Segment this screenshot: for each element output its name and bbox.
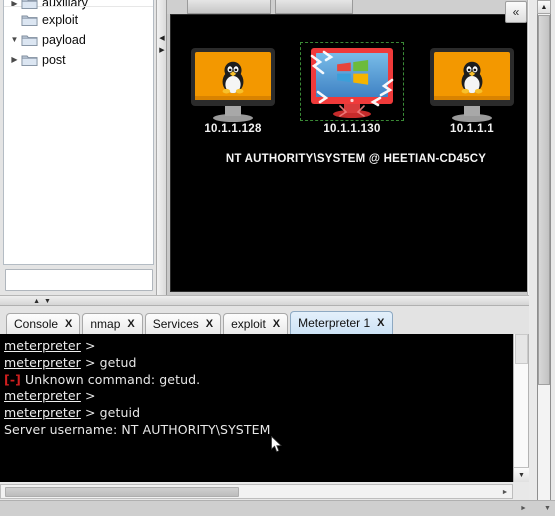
close-icon[interactable]: X <box>206 318 213 330</box>
console-text: > getud <box>80 354 137 370</box>
tree-item-label: post <box>42 53 66 67</box>
tabstrip: Console X nmap X Services X exploit X Me… <box>6 310 395 334</box>
close-icon[interactable]: X <box>377 317 384 329</box>
chevron-down-icon[interactable]: ▼ <box>8 34 21 47</box>
graph-tab-0[interactable] <box>187 0 271 14</box>
window-horizontal-scrollbar[interactable]: ► ▼ <box>0 500 555 516</box>
tab-label: Meterpreter 1 <box>298 316 371 330</box>
splitter-collapse-down-icon[interactable]: ▼ <box>44 298 51 305</box>
meterpreter-console-output[interactable]: meterpreter > meterpreter > getud [-] Un… <box>0 334 513 482</box>
console-text: Unknown command: getud. <box>20 371 201 387</box>
scrollbar-thumb[interactable] <box>538 15 550 385</box>
chevron-right-icon[interactable]: ▶ <box>8 54 21 67</box>
tree-item-post[interactable]: ▶ post <box>4 50 153 70</box>
host-graph-canvas[interactable]: 10.1.1.128 10.1.1.130 10.1.1.1 NT AUTHOR… <box>170 14 540 292</box>
splitter-collapse-right-icon[interactable]: ▶ <box>158 46 166 55</box>
console-text: > <box>80 388 100 404</box>
window-vertical-scrollbar[interactable]: ▲ <box>529 0 555 500</box>
splitter-collapse-up-icon[interactable]: ▲ <box>33 298 40 305</box>
graph-top-tabstrip <box>167 0 555 14</box>
console-line: meterpreter > <box>4 388 513 405</box>
graph-tab-1[interactable] <box>275 0 353 14</box>
host-ip-label: 10.1.1.128 <box>204 123 262 135</box>
folder-icon <box>21 0 38 10</box>
console-line: Server username: NT AUTHORITY\SYSTEM <box>4 422 513 439</box>
console-line: meterpreter > getud <box>4 355 513 372</box>
host-icon-wrapper <box>181 40 285 122</box>
close-icon[interactable]: X <box>127 318 134 330</box>
module-tree[interactable]: ▶ auxiliary ▶ <box>3 0 154 265</box>
console-line: meterpreter > getuid <box>4 405 513 422</box>
console-text: Server username: NT AUTHORITY\SYSTEM <box>4 421 271 437</box>
scroll-right-button[interactable]: ► <box>500 487 510 497</box>
console-prompt: meterpreter <box>4 405 81 421</box>
top-section: ▶ auxiliary ▶ <box>0 0 555 295</box>
host-ip-label: 10.1.1.130 <box>323 123 381 135</box>
vertical-splitter[interactable]: ◀ ▶ <box>157 0 167 295</box>
scroll-down-button[interactable]: ▼ <box>542 503 553 514</box>
chevron-right-icon[interactable]: ▶ <box>8 0 21 10</box>
horizontal-splitter[interactable]: ▲ ▼ <box>0 295 555 306</box>
console-prompt: meterpreter <box>4 338 81 353</box>
tree-item-label: exploit <box>42 13 79 27</box>
linux-monitor-icon <box>430 48 514 122</box>
tab-label: Services <box>152 317 199 331</box>
console-horizontal-scrollbar[interactable]: ► <box>0 484 513 499</box>
host-ip-label: 10.1.1.1 <box>450 123 494 135</box>
tree-item-exploit[interactable]: ▶ exploit <box>4 10 153 30</box>
close-icon[interactable]: X <box>65 318 72 330</box>
error-marker: [-] <box>4 371 21 387</box>
tab-label: Console <box>14 317 59 331</box>
console-line: meterpreter > <box>4 338 513 355</box>
scroll-right-button[interactable]: ► <box>518 503 529 514</box>
search-input[interactable] <box>6 270 152 290</box>
splitter-buttons[interactable]: ▲ ▼ <box>22 296 62 306</box>
tab-nmap[interactable]: nmap X <box>82 313 143 334</box>
tree-item-auxiliary[interactable]: ▶ auxiliary <box>4 0 153 10</box>
console-prompt: meterpreter <box>4 388 81 404</box>
splitter-collapse-left-icon[interactable]: ◀ <box>158 34 166 43</box>
close-icon[interactable]: X <box>273 318 280 330</box>
scroll-up-button[interactable]: ▲ <box>537 0 551 14</box>
tab-services[interactable]: Services X <box>144 313 222 334</box>
tab-meterpreter-1[interactable]: Meterpreter 1 X <box>290 311 393 334</box>
folder-icon <box>21 53 38 67</box>
console-text: > getuid <box>80 405 141 421</box>
host-node[interactable]: 10.1.1.1 <box>420 40 524 135</box>
module-search-field[interactable] <box>5 269 153 291</box>
console-vertical-scrollbar[interactable]: ▼ <box>513 334 529 482</box>
scroll-down-button[interactable]: ▼ <box>514 467 529 482</box>
host-node[interactable]: 10.1.1.128 <box>181 40 285 135</box>
scrollbar-thumb[interactable] <box>5 487 239 497</box>
folder-icon <box>21 33 38 47</box>
folder-icon <box>21 13 38 27</box>
collapse-panel-button[interactable]: « <box>505 1 527 23</box>
linux-monitor-icon <box>191 48 275 122</box>
tree-item-label: auxiliary <box>42 0 88 10</box>
console-tabbar: Console X nmap X Services X exploit X Me… <box>0 306 555 334</box>
session-banner-label: NT AUTHORITY\SYSTEM @ HEETIAN-CD45CY <box>225 153 487 165</box>
module-tree-sidebar: ▶ auxiliary ▶ <box>0 0 157 295</box>
host-graph-panel: 10.1.1.128 10.1.1.130 10.1.1.1 NT AUTHOR… <box>167 0 555 295</box>
host-icon-wrapper <box>420 40 524 122</box>
metasploit-armitage-window: ▶ auxiliary ▶ <box>0 0 555 516</box>
console-prompt: meterpreter <box>4 354 81 370</box>
tab-console[interactable]: Console X <box>6 313 81 334</box>
tree-item-label: payload <box>42 33 86 47</box>
host-selection-box <box>300 42 404 121</box>
scrollbar-thumb[interactable] <box>515 334 528 364</box>
console-text: > <box>80 338 100 353</box>
tab-label: nmap <box>90 317 121 331</box>
host-node[interactable]: 10.1.1.130 <box>300 40 404 135</box>
tree-item-payload[interactable]: ▼ payload <box>4 30 153 50</box>
console-line-error: [-] Unknown command: getud. <box>4 372 513 389</box>
tab-exploit[interactable]: exploit X <box>223 313 289 334</box>
tab-label: exploit <box>231 317 266 331</box>
